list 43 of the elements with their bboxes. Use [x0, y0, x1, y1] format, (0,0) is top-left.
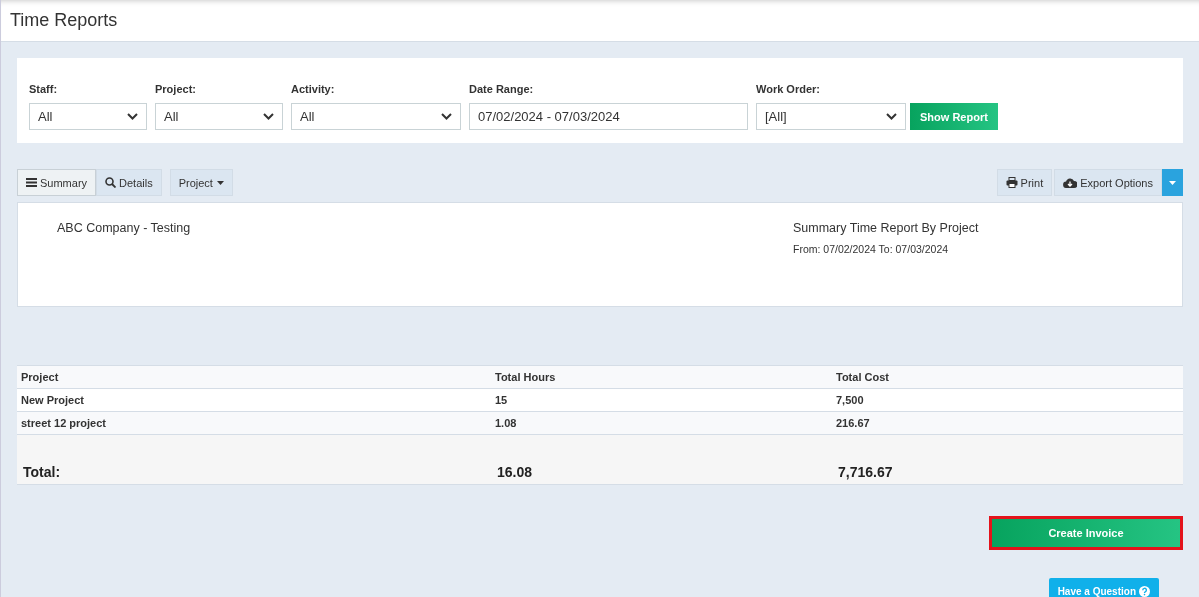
column-header: Total Cost [832, 365, 1183, 389]
table-cell: New Project [17, 388, 491, 412]
cloud-download-icon [1063, 177, 1078, 188]
total-label: Total: [23, 464, 61, 480]
page-title: Time Reports [10, 10, 118, 31]
table-cell: 7,500 [832, 388, 1183, 412]
select-field[interactable]: All [29, 103, 147, 130]
filter-label: Staff: [29, 83, 59, 95]
total-cost: 7,716.67 [838, 464, 893, 480]
printer-icon [1005, 177, 1018, 188]
chevron-down-icon [127, 113, 138, 120]
chevron-down-icon [886, 113, 897, 120]
view-tab[interactable]: Summary [17, 169, 97, 196]
column-header: Total Hours [491, 365, 832, 389]
report-period: From: 07/02/2024 To: 07/03/2024 [793, 243, 950, 255]
filter-label: Activity: [291, 83, 336, 95]
search-icon [105, 177, 117, 188]
filter-label: Work Order: [756, 83, 821, 95]
chevron-down-icon [441, 113, 452, 120]
select-field[interactable]: [All] [756, 103, 906, 130]
select-field[interactable]: All [291, 103, 461, 130]
caret-icon [216, 180, 224, 185]
caret-icon [1169, 180, 1176, 185]
chevron-down-icon [263, 113, 274, 120]
report-title: Summary Time Report By Project [793, 221, 980, 235]
print-button[interactable]: Print [996, 169, 1053, 196]
total-hours: 16.08 [497, 464, 533, 480]
table-cell: 15 [491, 388, 832, 412]
column-header: Project [17, 365, 491, 389]
filter-label: Project: [155, 83, 197, 95]
select-field[interactable]: All [155, 103, 283, 130]
export-dropdown-toggle[interactable] [1162, 169, 1183, 196]
table-cell: 1.08 [491, 411, 832, 435]
question-icon [1139, 585, 1150, 597]
export-options-button[interactable]: Export Options [1054, 169, 1162, 196]
company-name: ABC Company - Testing [57, 221, 191, 237]
table-cell: 216.67 [832, 411, 1183, 435]
filter-label: Date Range: [469, 83, 535, 95]
date-range-field[interactable]: 07/02/2024 - 07/03/2024 [469, 103, 748, 130]
group-by-dropdown[interactable]: Project [169, 169, 233, 196]
menu-icon [26, 178, 37, 187]
view-tab[interactable]: Details [96, 169, 162, 196]
table-cell: street 12 project [17, 411, 491, 435]
